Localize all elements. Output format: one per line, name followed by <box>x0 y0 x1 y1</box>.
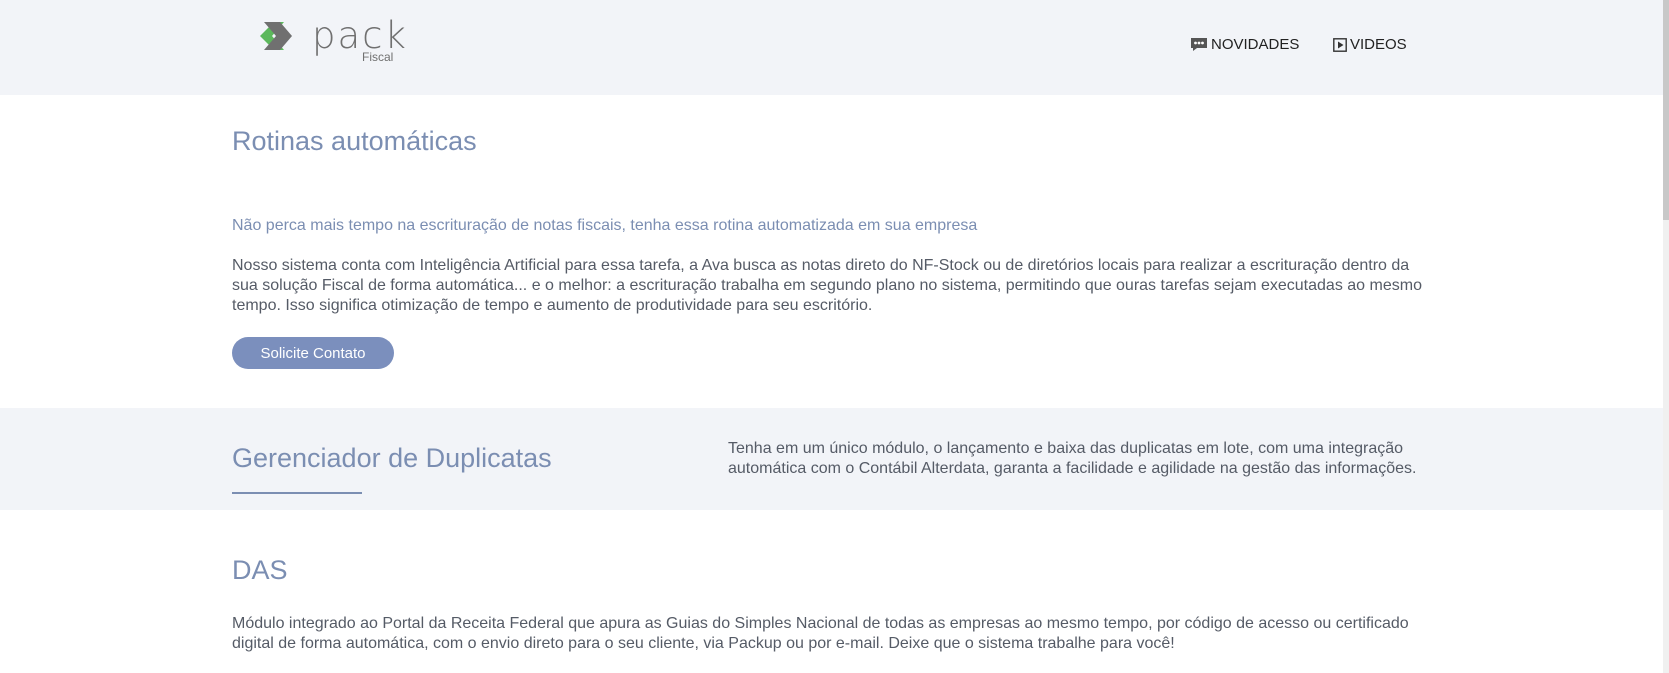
page-scrollbar[interactable] <box>1663 0 1669 673</box>
play-icon <box>1333 37 1347 52</box>
section-body-duplicatas: Tenha em um único módulo, o lançamento e… <box>728 440 1417 477</box>
pack-logo[interactable]: pack Fiscal <box>260 14 410 66</box>
nav-videos[interactable]: VIDEOS <box>1333 36 1407 53</box>
logo-mark-icon <box>260 22 292 50</box>
section-duplicatas: Gerenciador de Duplicatas Tenha em um ún… <box>0 408 1669 510</box>
section-body-rotinas: Nosso sistema conta com Inteligência Art… <box>232 257 1422 314</box>
section-body-das: Módulo integrado ao Portal da Receita Fe… <box>232 615 1409 652</box>
section-das: DAS Módulo integrado ao Portal da Receit… <box>0 510 1669 673</box>
site-header: pack Fiscal NOVIDADES VIDEOS <box>0 0 1669 95</box>
section-title-duplicatas: Gerenciador de Duplicatas <box>232 443 552 473</box>
section-title-das: DAS <box>232 555 288 585</box>
section-rotinas: Rotinas automáticas Não perca mais tempo… <box>0 95 1669 408</box>
nav-novidades-label: NOVIDADES <box>1211 36 1300 53</box>
logo-wordmark: pack <box>312 14 408 57</box>
solicite-contato-button[interactable]: Solicite Contato <box>232 337 394 369</box>
scrollbar-thumb[interactable] <box>1663 0 1669 220</box>
section-title-rotinas: Rotinas automáticas <box>232 126 477 156</box>
nav-videos-label: VIDEOS <box>1350 36 1407 53</box>
title-underline <box>232 492 362 494</box>
section-subtitle-rotinas: Não perca mais tempo na escrituração de … <box>232 217 978 234</box>
nav-novidades[interactable]: NOVIDADES <box>1190 36 1299 53</box>
logo-subtitle: Fiscal <box>362 50 394 64</box>
chat-icon <box>1191 38 1207 51</box>
